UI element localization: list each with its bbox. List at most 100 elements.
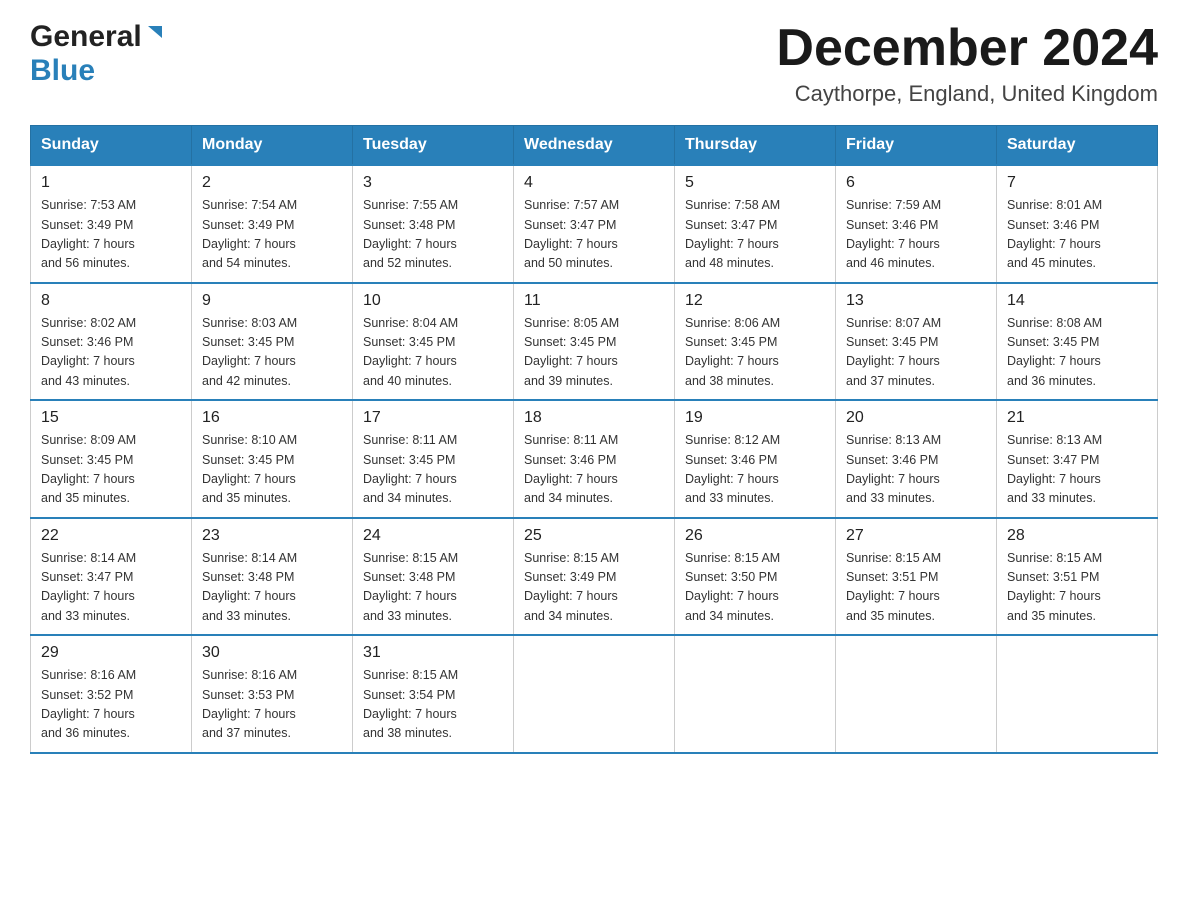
day-info: Sunrise: 7:57 AMSunset: 3:47 PMDaylight:… [524, 196, 664, 274]
title-block: December 2024 Caythorpe, England, United… [776, 20, 1158, 107]
weekday-header-row: Sunday Monday Tuesday Wednesday Thursday… [31, 126, 1158, 166]
calendar-week-row: 8 Sunrise: 8:02 AMSunset: 3:46 PMDaylight… [31, 283, 1158, 401]
calendar-week-row: 1 Sunrise: 7:53 AMSunset: 3:49 PMDaylight… [31, 165, 1158, 283]
day-info: Sunrise: 7:54 AMSunset: 3:49 PMDaylight:… [202, 196, 342, 274]
table-row: 22Sunrise: 8:14 AMSunset: 3:47 PMDayligh… [31, 518, 192, 636]
header-monday: Monday [192, 126, 353, 166]
table-row: 8 Sunrise: 8:02 AMSunset: 3:46 PMDaylight… [31, 283, 192, 401]
day-info: Sunrise: 7:58 AMSunset: 3:47 PMDaylight:… [685, 196, 825, 274]
day-info: Sunrise: 8:04 AMSunset: 3:45 PMDaylight:… [363, 314, 503, 392]
table-row [675, 635, 836, 753]
table-row: 29 Sunrise: 8:16 AMSunset: 3:52 PMDayligh… [31, 635, 192, 753]
location-subtitle: Caythorpe, England, United Kingdom [776, 81, 1158, 107]
day-number: 21 [1007, 409, 1147, 427]
day-info: Sunrise: 8:05 AMSunset: 3:45 PMDaylight:… [524, 314, 664, 392]
table-row: 11Sunrise: 8:05 AMSunset: 3:45 PMDayligh… [514, 283, 675, 401]
header-tuesday: Tuesday [353, 126, 514, 166]
day-number: 20 [846, 409, 986, 427]
day-info: Sunrise: 8:07 AMSunset: 3:45 PMDaylight:… [846, 314, 986, 392]
logo: General Blue [30, 20, 166, 88]
day-info: Sunrise: 8:02 AMSunset: 3:46 PMDaylight:… [41, 314, 181, 392]
day-info: Sunrise: 8:03 AMSunset: 3:45 PMDaylight:… [202, 314, 342, 392]
day-number: 28 [1007, 527, 1147, 545]
table-row: 6 Sunrise: 7:59 AMSunset: 3:46 PMDaylight… [836, 165, 997, 283]
table-row [514, 635, 675, 753]
calendar-table: Sunday Monday Tuesday Wednesday Thursday… [30, 125, 1158, 754]
day-number: 26 [685, 527, 825, 545]
logo-general-text: General [30, 20, 142, 54]
table-row: 13 Sunrise: 8:07 AMSunset: 3:45 PMDayligh… [836, 283, 997, 401]
table-row: 16Sunrise: 8:10 AMSunset: 3:45 PMDayligh… [192, 400, 353, 518]
day-info: Sunrise: 8:09 AMSunset: 3:45 PMDaylight:… [41, 431, 181, 509]
calendar-week-row: 29 Sunrise: 8:16 AMSunset: 3:52 PMDayligh… [31, 635, 1158, 753]
table-row: 3 Sunrise: 7:55 AMSunset: 3:48 PMDaylight… [353, 165, 514, 283]
calendar-week-row: 22Sunrise: 8:14 AMSunset: 3:47 PMDayligh… [31, 518, 1158, 636]
table-row: 31Sunrise: 8:15 AMSunset: 3:54 PMDayligh… [353, 635, 514, 753]
table-row: 17Sunrise: 8:11 AMSunset: 3:45 PMDayligh… [353, 400, 514, 518]
header-sunday: Sunday [31, 126, 192, 166]
day-number: 13 [846, 292, 986, 310]
day-info: Sunrise: 8:15 AMSunset: 3:51 PMDaylight:… [846, 549, 986, 627]
table-row: 9Sunrise: 8:03 AMSunset: 3:45 PMDaylight… [192, 283, 353, 401]
day-number: 16 [202, 409, 342, 427]
day-info: Sunrise: 7:59 AMSunset: 3:46 PMDaylight:… [846, 196, 986, 274]
table-row: 28 Sunrise: 8:15 AMSunset: 3:51 PMDayligh… [997, 518, 1158, 636]
day-info: Sunrise: 8:08 AMSunset: 3:45 PMDaylight:… [1007, 314, 1147, 392]
header-saturday: Saturday [997, 126, 1158, 166]
table-row: 7 Sunrise: 8:01 AMSunset: 3:46 PMDaylight… [997, 165, 1158, 283]
day-number: 24 [363, 527, 503, 545]
table-row: 25 Sunrise: 8:15 AMSunset: 3:49 PMDayligh… [514, 518, 675, 636]
page-header: General Blue December 2024 Caythorpe, En… [30, 20, 1158, 107]
day-info: Sunrise: 8:16 AMSunset: 3:53 PMDaylight:… [202, 666, 342, 744]
day-info: Sunrise: 8:13 AMSunset: 3:47 PMDaylight:… [1007, 431, 1147, 509]
day-info: Sunrise: 8:16 AMSunset: 3:52 PMDaylight:… [41, 666, 181, 744]
day-info: Sunrise: 8:11 AMSunset: 3:46 PMDaylight:… [524, 431, 664, 509]
logo-blue-text: Blue [30, 54, 95, 88]
day-number: 8 [41, 292, 181, 310]
day-info: Sunrise: 8:14 AMSunset: 3:48 PMDaylight:… [202, 549, 342, 627]
day-info: Sunrise: 8:12 AMSunset: 3:46 PMDaylight:… [685, 431, 825, 509]
calendar-week-row: 15 Sunrise: 8:09 AMSunset: 3:45 PMDayligh… [31, 400, 1158, 518]
day-info: Sunrise: 7:53 AMSunset: 3:49 PMDaylight:… [41, 196, 181, 274]
day-info: Sunrise: 8:01 AMSunset: 3:46 PMDaylight:… [1007, 196, 1147, 274]
table-row [997, 635, 1158, 753]
day-info: Sunrise: 8:15 AMSunset: 3:50 PMDaylight:… [685, 549, 825, 627]
day-number: 19 [685, 409, 825, 427]
day-number: 25 [524, 527, 664, 545]
logo-arrow-icon [144, 22, 166, 49]
table-row: 14Sunrise: 8:08 AMSunset: 3:45 PMDayligh… [997, 283, 1158, 401]
day-number: 3 [363, 174, 503, 192]
table-row: 23Sunrise: 8:14 AMSunset: 3:48 PMDayligh… [192, 518, 353, 636]
day-number: 18 [524, 409, 664, 427]
table-row: 20 Sunrise: 8:13 AMSunset: 3:46 PMDayligh… [836, 400, 997, 518]
day-number: 15 [41, 409, 181, 427]
table-row: 5 Sunrise: 7:58 AMSunset: 3:47 PMDaylight… [675, 165, 836, 283]
day-info: Sunrise: 7:55 AMSunset: 3:48 PMDaylight:… [363, 196, 503, 274]
day-number: 17 [363, 409, 503, 427]
table-row: 12Sunrise: 8:06 AMSunset: 3:45 PMDayligh… [675, 283, 836, 401]
day-info: Sunrise: 8:13 AMSunset: 3:46 PMDaylight:… [846, 431, 986, 509]
table-row: 1 Sunrise: 7:53 AMSunset: 3:49 PMDaylight… [31, 165, 192, 283]
header-friday: Friday [836, 126, 997, 166]
header-wednesday: Wednesday [514, 126, 675, 166]
day-number: 29 [41, 644, 181, 662]
day-info: Sunrise: 8:15 AMSunset: 3:49 PMDaylight:… [524, 549, 664, 627]
table-row: 15 Sunrise: 8:09 AMSunset: 3:45 PMDayligh… [31, 400, 192, 518]
table-row: 24 Sunrise: 8:15 AMSunset: 3:48 PMDayligh… [353, 518, 514, 636]
day-info: Sunrise: 8:15 AMSunset: 3:54 PMDaylight:… [363, 666, 503, 744]
table-row: 27 Sunrise: 8:15 AMSunset: 3:51 PMDayligh… [836, 518, 997, 636]
day-info: Sunrise: 8:15 AMSunset: 3:48 PMDaylight:… [363, 549, 503, 627]
day-number: 5 [685, 174, 825, 192]
day-info: Sunrise: 8:15 AMSunset: 3:51 PMDaylight:… [1007, 549, 1147, 627]
day-number: 2 [202, 174, 342, 192]
day-number: 7 [1007, 174, 1147, 192]
day-number: 27 [846, 527, 986, 545]
table-row: 10Sunrise: 8:04 AMSunset: 3:45 PMDayligh… [353, 283, 514, 401]
day-number: 6 [846, 174, 986, 192]
table-row: 18 Sunrise: 8:11 AMSunset: 3:46 PMDayligh… [514, 400, 675, 518]
day-number: 1 [41, 174, 181, 192]
table-row: 19 Sunrise: 8:12 AMSunset: 3:46 PMDayligh… [675, 400, 836, 518]
day-number: 12 [685, 292, 825, 310]
day-number: 4 [524, 174, 664, 192]
table-row: 2 Sunrise: 7:54 AMSunset: 3:49 PMDaylight… [192, 165, 353, 283]
